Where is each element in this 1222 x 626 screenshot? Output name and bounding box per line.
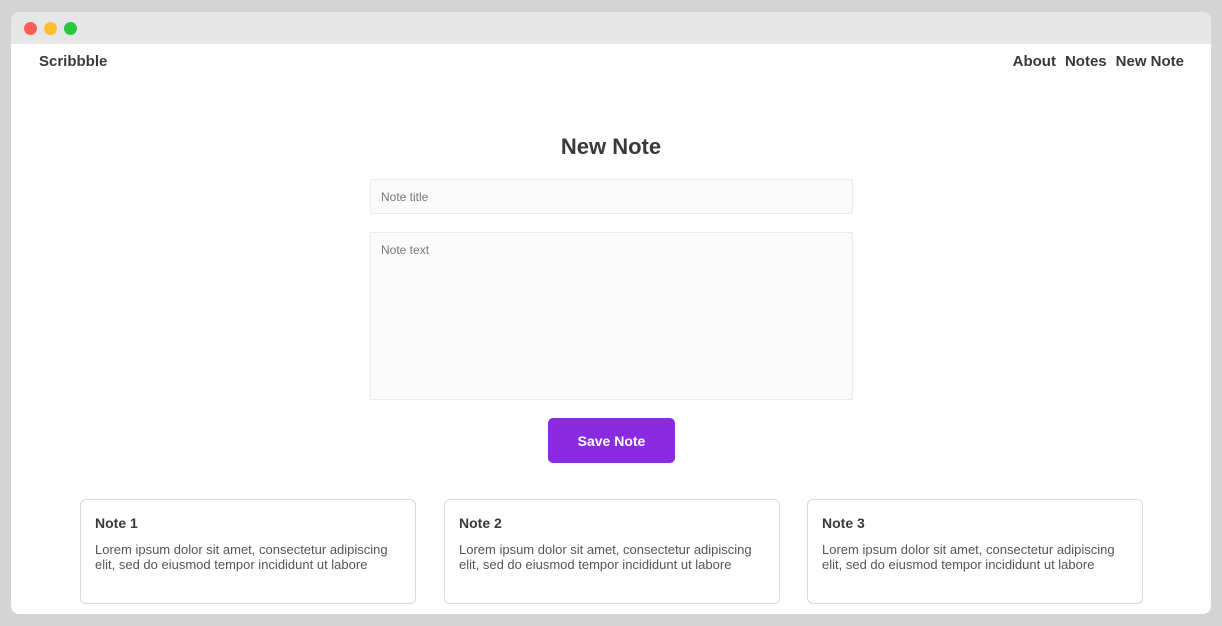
maximize-window-icon[interactable]	[64, 22, 77, 35]
window-titlebar	[11, 12, 1211, 44]
save-note-button[interactable]: Save Note	[548, 418, 675, 463]
note-card-body: Lorem ipsum dolor sit amet, consectetur …	[459, 542, 752, 572]
nav-link-new-note[interactable]: New Note	[1116, 53, 1184, 70]
nav-link-notes[interactable]: Notes	[1065, 53, 1107, 70]
close-window-icon[interactable]	[24, 22, 37, 35]
browser-window: Scribbble About Notes New Note New Note …	[11, 12, 1211, 614]
note-card[interactable]: Note 3 Lorem ipsum dolor sit amet, conse…	[807, 499, 1143, 604]
navbar: Scribbble About Notes New Note	[11, 44, 1211, 78]
note-title-input[interactable]	[370, 179, 853, 214]
note-card-title: Note 3	[822, 515, 865, 531]
page-title: New Note	[560, 134, 662, 159]
note-card-title: Note 1	[95, 515, 138, 531]
note-card-body: Lorem ipsum dolor sit amet, consectetur …	[822, 542, 1115, 572]
nav-links: About Notes New Note	[1013, 53, 1184, 70]
brand-logo[interactable]: Scribbble	[39, 53, 107, 70]
minimize-window-icon[interactable]	[44, 22, 57, 35]
note-card-title: Note 2	[459, 515, 502, 531]
nav-link-about[interactable]: About	[1013, 53, 1056, 70]
note-card[interactable]: Note 2 Lorem ipsum dolor sit amet, conse…	[444, 499, 780, 604]
note-text-input[interactable]	[370, 232, 853, 400]
note-card-body: Lorem ipsum dolor sit amet, consectetur …	[95, 542, 388, 572]
notes-list: Note 1 Lorem ipsum dolor sit amet, conse…	[80, 499, 1143, 604]
note-card[interactable]: Note 1 Lorem ipsum dolor sit amet, conse…	[80, 499, 416, 604]
